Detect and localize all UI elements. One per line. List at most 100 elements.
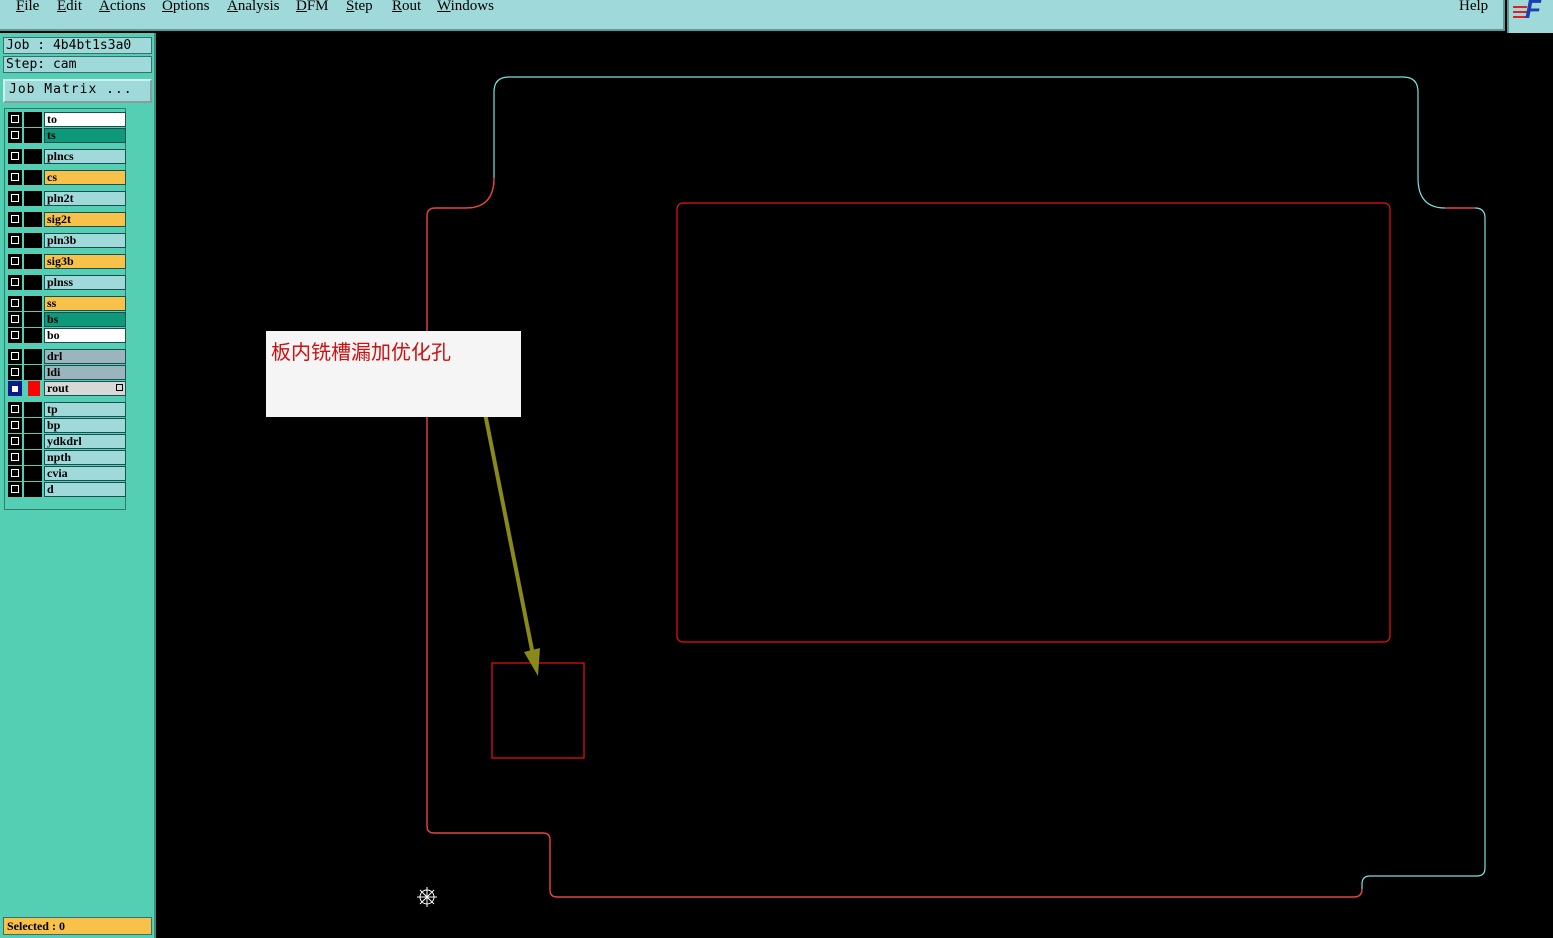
layer-checkbox[interactable] [8,450,22,465]
layer-row-pln3b[interactable]: pln3b [8,233,126,248]
layer-display-color-swatch[interactable] [24,466,42,481]
layer-name[interactable]: npth [44,450,126,465]
layer-checkbox[interactable] [8,482,22,497]
layer-name[interactable]: sig3b [44,254,126,269]
layer-display-color-swatch[interactable] [24,275,42,290]
layer-checkbox[interactable] [8,191,22,206]
layer-display-color-swatch[interactable] [24,365,42,380]
layer-name[interactable]: bs [44,312,126,327]
menu-analysis[interactable]: Analysis [227,0,280,15]
layer-name[interactable]: rout [44,381,126,396]
layer-checkbox[interactable] [8,275,22,290]
layer-name[interactable]: to [44,112,126,127]
layer-display-color-swatch[interactable] [24,149,42,164]
layer-name[interactable]: tp [44,402,126,417]
layer-name[interactable]: sig2t [44,212,126,227]
layer-name[interactable]: pln2t [44,191,126,206]
layer-display-color-swatch[interactable] [24,112,42,127]
menu-dfm[interactable]: DFM [296,0,329,15]
layer-row-ydkdrl[interactable]: ydkdrl [8,434,126,449]
menu-step[interactable]: Step [346,0,373,15]
layer-name[interactable]: cs [44,170,126,185]
layer-display-color-swatch[interactable] [24,434,42,449]
layer-row-ss[interactable]: ss [8,296,126,311]
layer-name[interactable]: drl [44,349,126,364]
layer-name[interactable]: ts [44,128,126,143]
layer-row-sig3b[interactable]: sig3b [8,254,126,269]
graphic-editor-canvas[interactable] [158,33,1553,938]
layer-checkbox[interactable] [8,434,22,449]
menu-file[interactable]: File [16,0,39,15]
layer-name[interactable]: ss [44,296,126,311]
layer-name-text: ts [47,128,56,142]
checkbox-square-icon [11,194,19,202]
layer-checkbox[interactable] [8,328,22,343]
layer-display-color-swatch[interactable] [24,450,42,465]
layer-row-drl[interactable]: drl [8,349,126,364]
layer-row-cs[interactable]: cs [8,170,126,185]
layer-row-tp[interactable]: tp [8,402,126,417]
missing-slot-rectangle [491,662,585,759]
layer-checkbox[interactable] [8,365,22,380]
layer-name[interactable]: bo [44,328,126,343]
layer-checkbox[interactable] [8,418,22,433]
layer-row-sig2t[interactable]: sig2t [8,212,126,227]
layer-name[interactable]: pln3b [44,233,126,248]
layer-row-pln2t[interactable]: pln2t [8,191,126,206]
layer-row-to[interactable]: to [8,112,126,127]
menu-actions[interactable]: Actions [99,0,146,15]
layer-name[interactable]: ldi [44,365,126,380]
layer-display-color-swatch[interactable] [24,312,42,327]
layer-checkbox[interactable] [8,149,22,164]
layer-display-color-swatch[interactable] [24,170,42,185]
layer-checkbox[interactable] [8,212,22,227]
layer-checkbox[interactable] [8,170,22,185]
layer-display-color-swatch[interactable] [24,254,42,269]
layer-row-cvia[interactable]: cvia [8,466,126,481]
layer-name[interactable]: ydkdrl [44,434,126,449]
layer-row-plncs[interactable]: plncs [8,149,126,164]
layer-checkbox[interactable] [8,112,22,127]
layer-name[interactable]: cvia [44,466,126,481]
layer-name[interactable]: bp [44,418,126,433]
layer-checkbox[interactable] [8,349,22,364]
layer-display-color-swatch[interactable] [24,128,42,143]
layer-row-ldi[interactable]: ldi [8,365,126,380]
layer-checkbox[interactable] [8,402,22,417]
menu-mnemonic: A [99,0,110,14]
layer-row-plnss[interactable]: plnss [8,275,126,290]
layer-checkbox[interactable] [8,233,22,248]
layer-display-color-swatch[interactable] [24,191,42,206]
layer-checkbox[interactable] [8,466,22,481]
layer-checkbox[interactable] [8,128,22,143]
layer-name[interactable]: plnss [44,275,126,290]
layer-name[interactable]: plncs [44,149,126,164]
menu-rout[interactable]: Rout [392,0,421,15]
layer-display-color-swatch[interactable] [24,402,42,417]
layer-display-color-swatch[interactable] [28,381,40,396]
menu-options[interactable]: Options [162,0,210,15]
job-matrix-button[interactable]: Job Matrix ... [3,79,152,103]
menu-windows[interactable]: Windows [437,0,494,15]
layer-row-d[interactable]: d [8,482,126,497]
layer-display-color-swatch[interactable] [24,296,42,311]
layer-display-color-swatch[interactable] [24,349,42,364]
menu-help[interactable]: Help [1459,0,1488,15]
layer-display-color-swatch[interactable] [24,233,42,248]
layer-row-bp[interactable]: bp [8,418,126,433]
layer-checkbox[interactable] [8,381,22,396]
layer-row-ts[interactable]: ts [8,128,126,143]
layer-row-npth[interactable]: npth [8,450,126,465]
layer-row-bo[interactable]: bo [8,328,126,343]
layer-checkbox[interactable] [8,254,22,269]
layer-display-color-swatch[interactable] [24,418,42,433]
layer-row-bs[interactable]: bs [8,312,126,327]
layer-checkbox[interactable] [8,312,22,327]
layer-display-color-swatch[interactable] [24,212,42,227]
layer-name[interactable]: d [44,482,126,497]
layer-checkbox[interactable] [8,296,22,311]
menu-edit[interactable]: Edit [57,0,82,15]
layer-display-color-swatch[interactable] [24,328,42,343]
layer-display-color-swatch[interactable] [24,482,42,497]
layer-row-rout[interactable]: rout [8,381,126,396]
